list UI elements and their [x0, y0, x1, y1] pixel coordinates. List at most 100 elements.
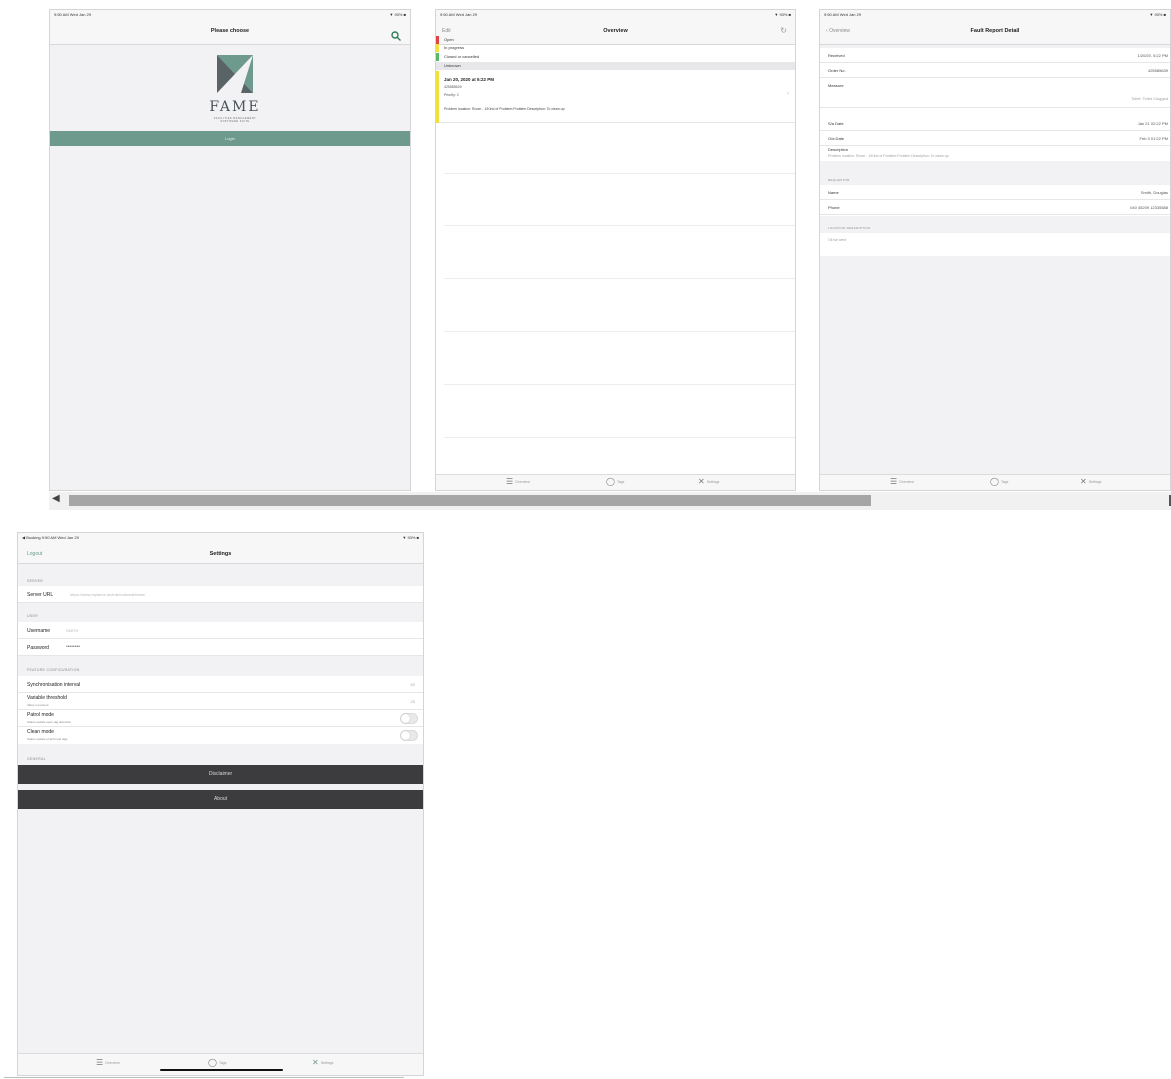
- row-key: Name: [828, 190, 839, 195]
- scrollbar-thumb[interactable]: [69, 495, 871, 506]
- fault-report-detail-screen: 9:50 AM Wed Jan 29 ▼ 93% ■ ‹ Overview Fa…: [819, 9, 1171, 491]
- tab-settings[interactable]: ✕ Settings: [698, 478, 719, 486]
- clean-mode-sublabel: Status update of all found tags: [27, 737, 68, 741]
- tab-label: Overview: [105, 1061, 120, 1065]
- about-button[interactable]: About: [18, 790, 423, 809]
- tab-label: Overview: [515, 480, 530, 484]
- tab-overview[interactable]: ☰ Overview: [96, 1059, 120, 1067]
- sync-interval-value[interactable]: 60: [411, 682, 415, 687]
- logo-wordmark: FAME: [209, 99, 261, 115]
- patrol-mode-sublabel: Status update upon tag detection: [27, 720, 72, 724]
- username-row[interactable]: Username SMITH: [18, 622, 423, 639]
- patrol-mode-row: Patrol mode Status update upon tag detec…: [18, 710, 423, 727]
- ticket-description: Problem location: Room - 1/Kind of Probl…: [444, 107, 565, 111]
- password-row[interactable]: Password ••••••••: [18, 639, 423, 656]
- username-field[interactable]: SMITH: [66, 628, 78, 633]
- logo-subtitle: FACILITIES MANAGEMENT SOFTWARE SUITE: [190, 117, 280, 123]
- row-value: 1/20/20, 5:22 PM: [1137, 53, 1168, 58]
- fame-logo: FAME FACILITIES MANAGEMENT SOFTWARE SUIT…: [190, 55, 280, 130]
- server-url-field[interactable]: https://www.myfame.de/international/fame…: [70, 592, 145, 597]
- page-title: Please choose: [210, 28, 250, 34]
- row-key: Order No.: [828, 68, 846, 73]
- ticket-list-item[interactable]: Jan 20, 2020 at 5:22 PM 425585639 Priori…: [436, 71, 795, 123]
- tab-overview[interactable]: ☰ Overview: [890, 478, 914, 486]
- section-unknown: Unknown: [436, 62, 795, 70]
- tools-icon: ✕: [1080, 477, 1087, 486]
- clean-mode-toggle[interactable]: [400, 730, 418, 741]
- requestor-group: Name Smith, Douglas Phone 040 45209 1233…: [820, 185, 1170, 216]
- status-time: 9:50 AM Wed Jan 29: [824, 12, 862, 17]
- tab-settings[interactable]: ✕ Settings: [1080, 478, 1101, 486]
- page-title: Settings: [209, 551, 232, 557]
- row-value: Jan 21 02:22 PM: [1137, 121, 1168, 126]
- username-label: Username: [27, 628, 51, 634]
- row-value: Smith, Douglas: [1140, 190, 1168, 195]
- server-url-row[interactable]: Server URL https://www.myfame.de/interna…: [18, 586, 423, 603]
- row-key: Phone: [828, 205, 840, 210]
- tab-label: Tags: [1000, 480, 1009, 484]
- page-title: Overview: [603, 28, 628, 34]
- settings-screen: ◀ Booking 9:50 AM Wed Jan 29 ▼ 93% ■ Log…: [17, 532, 424, 1076]
- home-indicator[interactable]: [160, 1069, 283, 1071]
- clean-mode-label: Clean mode: [27, 729, 54, 735]
- tab-settings[interactable]: ✕ Settings: [312, 1059, 333, 1067]
- login-screen: 9:50 AM Wed Jan 29 ▼ 93% ■ Please choose…: [49, 9, 411, 491]
- toggle-knob: [401, 731, 410, 740]
- tag-icon: ◯: [990, 477, 999, 486]
- tab-bar: ☰ Overview ◯ Tags ✕ Settings: [18, 1053, 423, 1075]
- nav-bar: ‹ Overview Fault Report Detail: [820, 19, 1170, 45]
- section-header-user: USER: [27, 614, 38, 618]
- login-button[interactable]: Login: [50, 131, 410, 146]
- toggle-knob: [401, 714, 410, 723]
- tab-overview[interactable]: ☰ Overview: [506, 478, 530, 486]
- status-stripe: [436, 71, 439, 123]
- ticket-priority: Priority: 2: [444, 93, 459, 97]
- threshold-value[interactable]: 20: [411, 699, 415, 704]
- tab-label: Settings: [1088, 480, 1102, 484]
- list-separator: [444, 278, 795, 279]
- section-header-feature: FEATURE CONFIGURATION: [27, 668, 80, 672]
- logo-subtitle-line-2: SOFTWARE SUITE: [220, 120, 250, 123]
- status-battery: ▼ 93% ■: [402, 535, 419, 540]
- list-icon: ☰: [506, 477, 514, 486]
- tab-tags[interactable]: ◯ Tags: [208, 1059, 226, 1067]
- row-key: Received: [828, 53, 845, 58]
- list-icon: ☰: [96, 1058, 104, 1067]
- status-bar: 9:50 AM Wed Jan 29 ▼ 93% ■: [50, 10, 410, 19]
- patrol-mode-toggle[interactable]: [400, 713, 418, 724]
- key-search-icon[interactable]: [390, 29, 402, 41]
- refresh-icon[interactable]: ↻: [780, 26, 787, 35]
- detail-row-measure: Measure Toilet: Toilet Clogged: [820, 78, 1170, 108]
- scroll-left-arrow-icon[interactable]: ◀: [52, 493, 60, 504]
- password-field[interactable]: ••••••••: [66, 644, 80, 650]
- sync-interval-row[interactable]: Synchronisation interval 60: [18, 676, 423, 693]
- detail-row-oa-date: O/a Date Feb 3 01:22 PM: [820, 131, 1170, 146]
- disclaimer-button[interactable]: Disclaimer: [18, 765, 423, 784]
- server-url-label: Server URL: [27, 592, 54, 598]
- threshold-row[interactable]: Variable threshold Value in percent 20: [18, 693, 423, 710]
- tab-label: Settings: [320, 1061, 334, 1065]
- list-separator: [444, 173, 795, 174]
- tab-bar: ☰ Overview ◯ Tags ✕ Settings: [820, 474, 1170, 490]
- tools-icon: ✕: [698, 477, 705, 486]
- list-separator: [444, 225, 795, 226]
- location-text: Ok we went: [828, 238, 847, 242]
- ticket-order-number: 425585639: [444, 85, 462, 89]
- legend-in-progress: In progress: [436, 44, 795, 52]
- status-bar: ◀ Booking 9:50 AM Wed Jan 29 ▼ 93% ■: [18, 533, 423, 542]
- description-label: Description: [828, 147, 849, 152]
- row-key: S/a Date: [828, 121, 844, 126]
- tab-tags[interactable]: ◯ Tags: [990, 478, 1008, 486]
- tab-label: Settings: [706, 480, 720, 484]
- legend-open: Open: [436, 36, 795, 44]
- horizontal-scrollbar[interactable]: ◀: [49, 492, 1171, 510]
- status-battery: ▼ 93% ■: [1149, 12, 1166, 17]
- status-time: 9:50 AM Wed Jan 29: [54, 12, 92, 17]
- overview-screen: 9:50 AM Wed Jan 29 ▼ 93% ■ Edit Overview…: [435, 9, 796, 491]
- tab-tags[interactable]: ◯ Tags: [606, 478, 624, 486]
- clean-mode-row: Clean mode Status update of all found ta…: [18, 727, 423, 744]
- detail-row-order: Order No. 425585639: [820, 63, 1170, 78]
- user-group: Username SMITH Password ••••••••: [18, 622, 423, 656]
- feature-group: Synchronisation interval 60 Variable thr…: [18, 676, 423, 744]
- section-header-general: GENERAL: [27, 757, 46, 761]
